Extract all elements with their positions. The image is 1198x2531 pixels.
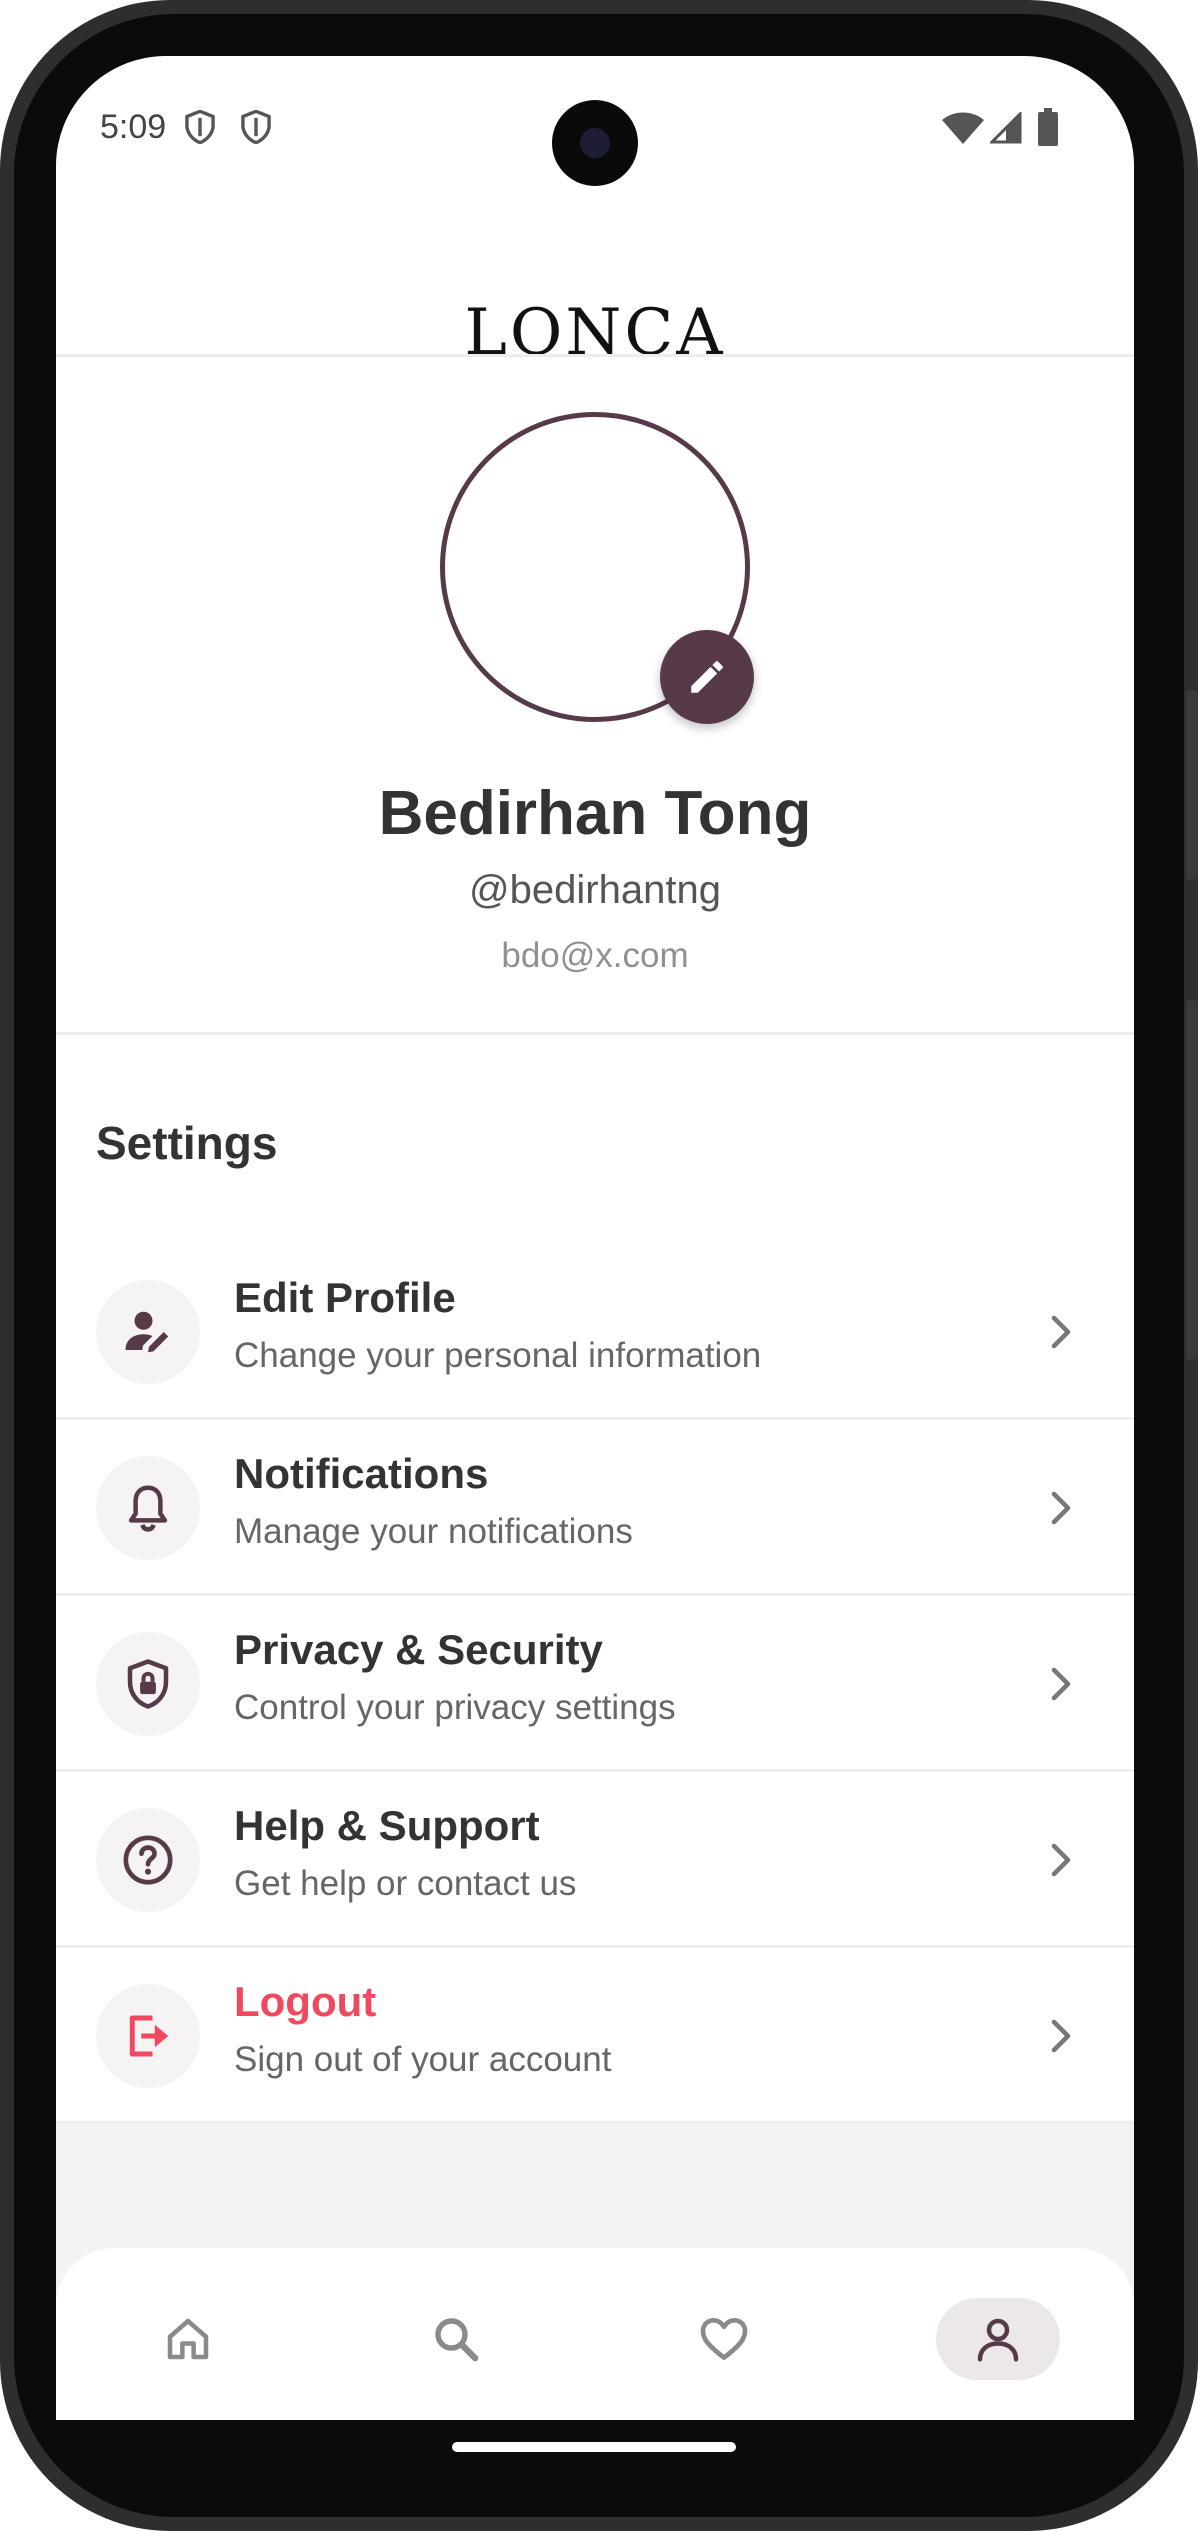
person-icon xyxy=(977,2318,1019,2362)
shield-icon xyxy=(185,110,215,144)
nav-search[interactable] xyxy=(394,2298,518,2380)
edit-avatar-button[interactable] xyxy=(660,630,754,724)
home-icon xyxy=(167,2318,209,2360)
settings-item-subtitle: Change your personal information xyxy=(234,1336,762,1375)
help-circle-icon xyxy=(96,1808,200,1912)
settings-item-title: Help & Support xyxy=(234,1802,540,1849)
signal-icon xyxy=(990,112,1022,144)
profile-email: bdo@x.com xyxy=(501,936,689,975)
settings-item-subtitle: Sign out of your account xyxy=(234,2040,612,2079)
front-camera xyxy=(552,100,638,186)
chevron-right-icon xyxy=(1051,1843,1071,1877)
settings-item-subtitle: Manage your notifications xyxy=(234,1512,633,1551)
settings-item-help-support[interactable]: Help & Support Get help or contact us xyxy=(56,1772,1134,1948)
settings-item-subtitle: Control your privacy settings xyxy=(234,1688,676,1727)
shield-lock-icon xyxy=(96,1632,200,1736)
nav-home[interactable] xyxy=(126,2298,250,2380)
chevron-right-icon xyxy=(1051,1491,1071,1525)
settings-title: Settings xyxy=(96,1117,278,1169)
shield-icon xyxy=(241,110,271,144)
settings-item-notifications[interactable]: Notifications Manage your notifications xyxy=(56,1420,1134,1596)
wifi-icon xyxy=(942,112,984,144)
nav-favorites[interactable] xyxy=(662,2298,786,2380)
heart-icon xyxy=(700,2318,748,2360)
search-icon xyxy=(435,2318,479,2362)
home-gesture-bar[interactable] xyxy=(452,2442,736,2452)
profile-name: Bedirhan Tong xyxy=(378,779,812,848)
bottom-nav xyxy=(56,2248,1134,2420)
profile-handle: @bedirhantng xyxy=(469,868,721,912)
settings-item-title: Logout xyxy=(234,1978,377,2025)
volume-button xyxy=(1186,690,1198,880)
profile-divider xyxy=(56,1032,1134,1035)
screen: 5:09 LONCA Bedirhan Tong @bedirhantng bd… xyxy=(56,56,1134,2420)
pencil-icon xyxy=(691,661,723,693)
bell-icon xyxy=(96,1456,200,1560)
chevron-right-icon xyxy=(1051,1667,1071,1701)
status-bar: 5:09 xyxy=(56,56,1134,186)
app-logo: LONCA xyxy=(464,296,726,370)
settings-item-logout[interactable]: Logout Sign out of your account xyxy=(56,1948,1134,2124)
status-time: 5:09 xyxy=(100,108,167,146)
settings-item-privacy-security[interactable]: Privacy & Security Control your privacy … xyxy=(56,1596,1134,1772)
settings-item-subtitle: Get help or contact us xyxy=(234,1864,577,1903)
edit-person-icon xyxy=(96,1280,200,1384)
nav-profile[interactable] xyxy=(936,2298,1060,2380)
settings-item-title: Privacy & Security xyxy=(234,1626,603,1673)
battery-icon xyxy=(1038,108,1058,146)
logout-icon xyxy=(96,1984,200,2088)
chevron-right-icon xyxy=(1051,1315,1071,1349)
settings-item-title: Edit Profile xyxy=(234,1274,456,1321)
power-button xyxy=(1186,1000,1198,1360)
header-divider xyxy=(56,354,1134,357)
chevron-right-icon xyxy=(1051,2019,1071,2053)
settings-item-edit-profile[interactable]: Edit Profile Change your personal inform… xyxy=(56,1244,1134,1420)
settings-item-title: Notifications xyxy=(234,1450,489,1497)
